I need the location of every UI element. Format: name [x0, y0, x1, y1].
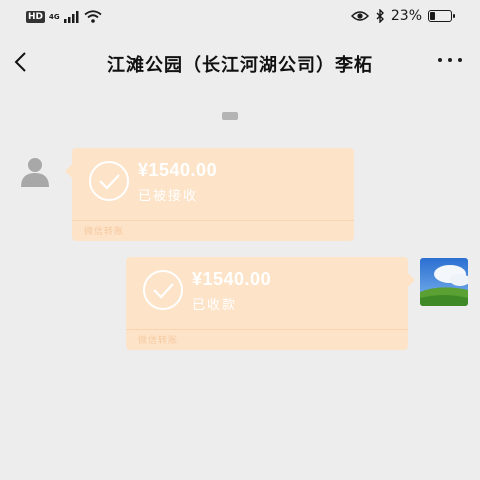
user-avatar[interactable]: [420, 258, 468, 306]
transfer-footer: 微信转账: [138, 336, 179, 346]
transfer-amount: ¥1540.00: [192, 269, 272, 289]
transfer-message-received[interactable]: ¥1540.00 已被接收 微信转账: [65, 148, 354, 241]
transfer-amount: ¥1540.00: [138, 160, 218, 180]
transfer-message-sent[interactable]: ¥1540.00 已收款 微信转账: [126, 257, 415, 350]
battery-icon: [428, 10, 455, 22]
bluetooth-icon: [376, 9, 384, 23]
back-arrow-icon[interactable]: [10, 50, 34, 74]
status-bar: HD 4G 23%: [0, 0, 480, 34]
bubble-divider: [72, 220, 354, 221]
check-circle-icon: [89, 161, 129, 201]
check-circle-icon: [143, 270, 183, 310]
network-type: 4G: [49, 12, 60, 21]
transfer-status: 已被接收: [138, 189, 199, 204]
chat-title: 江滩公园（长江河湖公司）李柘: [107, 55, 373, 76]
contact-avatar[interactable]: [20, 155, 50, 187]
timestamp-chip: [222, 112, 238, 120]
transfer-status: 已收款: [192, 298, 238, 313]
transfer-footer: 微信转账: [84, 227, 125, 237]
signal-icon: [63, 10, 79, 23]
chat-header: 江滩公园（长江河湖公司）李柘: [0, 38, 480, 88]
eye-icon: [350, 11, 369, 21]
more-options-icon[interactable]: [438, 58, 462, 62]
wifi-icon: [84, 10, 102, 23]
status-right: 23%: [350, 8, 455, 24]
bubble-divider: [126, 329, 408, 330]
hd-badge: HD: [26, 10, 46, 23]
battery-percent: 23%: [390, 8, 422, 24]
status-left: HD 4G: [26, 10, 102, 23]
